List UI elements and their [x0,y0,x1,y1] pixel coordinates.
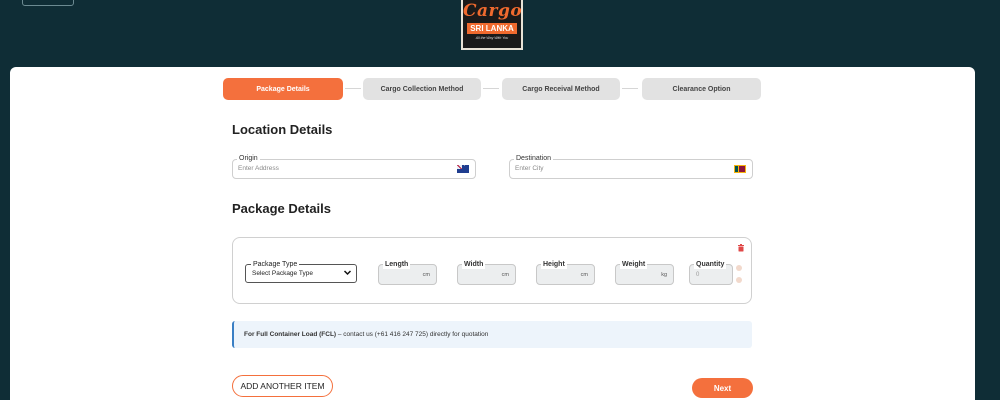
quantity-value: 0 [696,272,700,278]
quantity-label: Quantity [694,260,727,269]
step-connector [622,88,638,89]
step-cargo-collection-method[interactable]: Cargo Collection Method [363,78,481,100]
fcl-info-bold: For Full Container Load (FCL) [244,331,337,338]
package-type-label: Package Type [251,260,300,269]
height-input[interactable]: Height cm [536,260,595,285]
step-progress: Package Details Cargo Collection Method … [223,78,763,100]
length-unit: cm [422,272,430,278]
back-button[interactable] [22,0,74,6]
fcl-info-text: For Full Container Load (FCL) – contact … [244,331,488,339]
chevron-down-icon [343,268,352,280]
logo-band: SRI LANKA [467,23,517,34]
step-cargo-receival-method[interactable]: Cargo Receival Method [502,78,620,100]
increment-button[interactable] [736,265,742,271]
add-another-item-button[interactable]: ADD ANOTHER ITEM [232,375,333,397]
step-package-details[interactable]: Package Details [223,78,343,100]
package-details-heading: Package Details [232,201,332,216]
package-type-value: Select Package Type [252,270,313,277]
sri-lanka-flag-icon [734,165,746,173]
weight-label: Weight [620,260,648,269]
width-label: Width [462,260,486,269]
trash-icon[interactable] [737,244,745,252]
weight-unit: kg [661,272,667,278]
logo-word: Cargo [463,1,523,21]
origin-field[interactable]: Origin Enter Address [232,154,476,179]
quantity-stepper[interactable]: Quantity 0 [689,260,733,285]
width-input[interactable]: Width cm [457,260,516,285]
step-connector [483,88,499,89]
length-input[interactable]: Length cm [378,260,437,285]
height-label: Height [541,260,567,269]
weight-input[interactable]: Weight kg [615,260,674,285]
length-label: Length [383,260,411,269]
cargo-sri-lanka-logo: Cargo SRI LANKA All the Way With You [461,0,523,50]
step-clearance-option[interactable]: Clearance Option [642,78,761,100]
fcl-info-banner: For Full Container Load (FCL) – contact … [232,321,752,348]
next-button[interactable]: Next [692,378,753,398]
destination-field[interactable]: Destination Enter City [509,154,753,179]
fcl-info-contact: – contact us (+61 416 247 725) directly … [336,331,489,338]
form-card [10,67,975,400]
height-unit: cm [580,272,588,278]
origin-label: Origin [237,154,260,163]
step-connector [345,88,361,89]
logo-tagline: All the Way With You [475,36,509,40]
location-details-heading: Location Details [232,122,333,137]
origin-input[interactable]: Enter Address [238,165,279,173]
destination-input[interactable]: Enter City [515,165,544,173]
width-unit: cm [501,272,509,278]
destination-label: Destination [514,154,554,163]
decrement-button[interactable] [736,277,742,283]
package-type-select[interactable]: Package Type Select Package Type [245,260,357,283]
australia-flag-icon [457,163,469,173]
